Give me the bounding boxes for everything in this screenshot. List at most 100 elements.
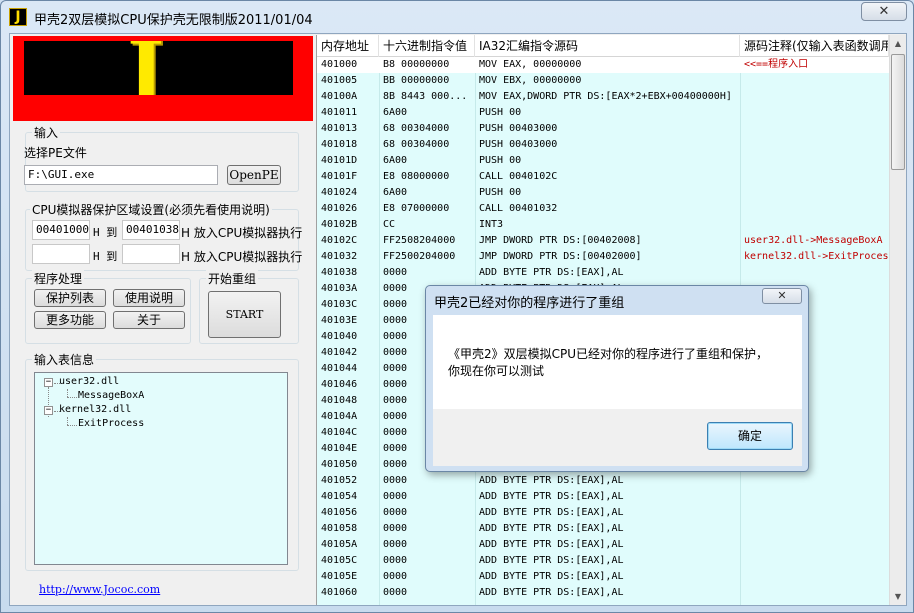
cell-address: 401026 — [321, 203, 358, 214]
collapse-kernel32-icon[interactable]: − — [44, 406, 53, 415]
cell-asm: CALL 0040102C — [479, 171, 558, 182]
cell-address: 40103C — [321, 299, 358, 310]
tree-guide-line — [67, 417, 68, 425]
table-row[interactable]: 40102C FF2508204000 JMP DWORD PTR DS:[0040… — [317, 233, 889, 249]
table-row[interactable]: 40105C 0000 ADD BYTE PTR DS:[EAX],AL — [317, 553, 889, 569]
dialog-footer: 确定 — [433, 409, 802, 466]
table-row[interactable]: 401024 6A00 PUSH 00 — [317, 185, 889, 201]
protect-list-button[interactable]: 保护列表 — [34, 289, 106, 307]
table-row[interactable]: 401011 6A00 PUSH 00 — [317, 105, 889, 121]
cell-hex: 0000 — [383, 539, 408, 550]
table-row[interactable]: 40102B CC INT3 — [317, 217, 889, 233]
table-row[interactable]: 401005 BB 00000000 MOV EBX, 00000000 — [317, 73, 889, 89]
cell-asm: ADD BYTE PTR DS:[EAX],AL — [479, 491, 624, 502]
cell-hex: B8 00000000 — [383, 59, 450, 70]
tree-dll-user32[interactable]: user32.dll — [59, 376, 119, 387]
cell-asm: MOV EBX, 00000000 — [479, 75, 582, 86]
cell-hex: 6A00 — [383, 187, 408, 198]
dialog-close-button[interactable]: ✕ — [762, 288, 802, 304]
cell-hex: 0000 — [383, 587, 408, 598]
table-row[interactable]: 40100A 8B 8443 000... MOV EAX,DWORD PTR DS… — [317, 89, 889, 105]
grid-header: 内存地址 十六进制指令值 IA32汇编指令源码 源码注释(仅输入表函数调用 — [317, 35, 889, 57]
logo-black-panel: J — [24, 41, 293, 95]
cell-address: 401032 — [321, 251, 358, 262]
open-pe-button[interactable]: OpenPE — [227, 165, 281, 185]
cell-asm: ADD BYTE PTR DS:[EAX],AL — [479, 587, 624, 598]
tree-guide-line — [67, 389, 68, 397]
about-button[interactable]: 关于 — [113, 311, 185, 329]
cell-hex: 0000 — [383, 267, 408, 278]
header-address[interactable]: 内存地址 — [317, 35, 379, 57]
cell-asm: ADD BYTE PTR DS:[EAX],AL — [479, 539, 624, 550]
tree-connector — [67, 425, 77, 426]
table-row[interactable]: 401013 68 00304000 PUSH 00403000 — [317, 121, 889, 137]
table-row[interactable]: 401052 0000 ADD BYTE PTR DS:[EAX],AL — [317, 473, 889, 489]
table-row[interactable]: 401054 0000 ADD BYTE PTR DS:[EAX],AL — [317, 489, 889, 505]
table-row[interactable]: 40101F E8 08000000 CALL 0040102C — [317, 169, 889, 185]
cell-address: 40103A — [321, 283, 358, 294]
table-row[interactable]: 401038 0000 ADD BYTE PTR DS:[EAX],AL — [317, 265, 889, 281]
website-link[interactable]: http://www.Jococ.com — [39, 583, 160, 596]
grid-vertical-scrollbar[interactable]: ▲ ▼ — [889, 35, 906, 605]
cell-hex: FF2500204000 — [383, 251, 456, 262]
title-bar[interactable]: J 甲壳2双层模拟CPU保护壳无限制版2011/01/04 ✕ — [1, 1, 913, 33]
header-asm[interactable]: IA32汇编指令源码 — [475, 35, 740, 57]
cell-address: 40100A — [321, 91, 358, 102]
cell-hex: 0000 — [383, 507, 408, 518]
import-info-title: 输入表信息 — [32, 351, 97, 368]
table-row[interactable]: 401060 0000 ADD BYTE PTR DS:[EAX],AL — [317, 585, 889, 601]
cell-address: 40101D — [321, 155, 358, 166]
cell-asm: PUSH 00 — [479, 155, 522, 166]
tree-func-exitprocess[interactable]: ExitProcess — [78, 418, 144, 429]
cell-address: 401058 — [321, 523, 358, 534]
table-row[interactable]: 40105E 0000 ADD BYTE PTR DS:[EAX],AL — [317, 569, 889, 585]
dialog-message: 《甲壳2》双层模拟CPU已经对你的程序进行了重组和保护， 你现在你可以测试 — [448, 346, 768, 380]
start-button[interactable]: START — [208, 291, 281, 338]
cell-address: 401056 — [321, 507, 358, 518]
cell-comment: <<==程序入口 — [744, 59, 809, 70]
cell-hex: 68 00304000 — [383, 123, 450, 134]
pe-path-input[interactable]: F:\GUI.exe — [24, 165, 218, 185]
region1-end-input[interactable]: 00401038 — [122, 220, 180, 240]
usage-button[interactable]: 使用说明 — [113, 289, 185, 307]
header-comment[interactable]: 源码注释(仅输入表函数调用 — [740, 35, 889, 57]
header-hex[interactable]: 十六进制指令值 — [379, 35, 475, 57]
cell-hex: E8 07000000 — [383, 203, 450, 214]
import-tree[interactable]: − user32.dll MessageBoxA − kernel32.dll … — [34, 372, 288, 565]
cell-hex: BB 00000000 — [383, 75, 450, 86]
table-row[interactable]: 40105A 0000 ADD BYTE PTR DS:[EAX],AL — [317, 537, 889, 553]
dialog-ok-button[interactable]: 确定 — [707, 422, 793, 450]
close-window-button[interactable]: ✕ — [861, 2, 907, 21]
table-row[interactable]: 401018 68 00304000 PUSH 00403000 — [317, 137, 889, 153]
more-features-button[interactable]: 更多功能 — [34, 311, 106, 329]
app-j-icon: J — [9, 8, 27, 26]
table-row[interactable]: 401026 E8 07000000 CALL 00401032 — [317, 201, 889, 217]
scroll-thumb[interactable] — [891, 54, 905, 170]
cell-hex: 0000 — [383, 571, 408, 582]
restructure-title: 开始重组 — [206, 270, 259, 287]
cell-asm: ADD BYTE PTR DS:[EAX],AL — [479, 555, 624, 566]
table-row[interactable]: 401056 0000 ADD BYTE PTR DS:[EAX],AL — [317, 505, 889, 521]
scroll-down-icon[interactable]: ▼ — [890, 588, 906, 605]
region1-start-input[interactable]: 00401000 — [32, 220, 90, 240]
region1-exec-label: H 放入CPU模拟器执行 — [181, 226, 303, 240]
cell-address: 401044 — [321, 363, 358, 374]
cell-asm: PUSH 00 — [479, 187, 522, 198]
table-row[interactable]: 40101D 6A00 PUSH 00 — [317, 153, 889, 169]
table-row[interactable]: 401032 FF2500204000 JMP DWORD PTR DS:[0040… — [317, 249, 890, 265]
dialog-body: 《甲壳2》双层模拟CPU已经对你的程序进行了重组和保护， 你现在你可以测试 — [433, 315, 802, 409]
cell-address: 401042 — [321, 347, 358, 358]
cell-address: 40105C — [321, 555, 358, 566]
cell-address: 40101F — [321, 171, 358, 182]
region2-start-input[interactable] — [32, 244, 90, 264]
cell-address: 401050 — [321, 459, 358, 470]
table-row[interactable]: 401000 B8 00000000 MOV EAX, 00000000 <<==程序… — [317, 57, 889, 73]
scroll-up-icon[interactable]: ▲ — [890, 35, 906, 52]
table-row[interactable]: 401058 0000 ADD BYTE PTR DS:[EAX],AL — [317, 521, 889, 537]
region2-end-input[interactable] — [122, 244, 180, 264]
collapse-user32-icon[interactable]: − — [44, 378, 53, 387]
cell-address: 401024 — [321, 187, 358, 198]
tree-dll-kernel32[interactable]: kernel32.dll — [59, 404, 131, 415]
cell-hex: 0000 — [383, 491, 408, 502]
tree-func-messageboxa[interactable]: MessageBoxA — [78, 390, 144, 401]
